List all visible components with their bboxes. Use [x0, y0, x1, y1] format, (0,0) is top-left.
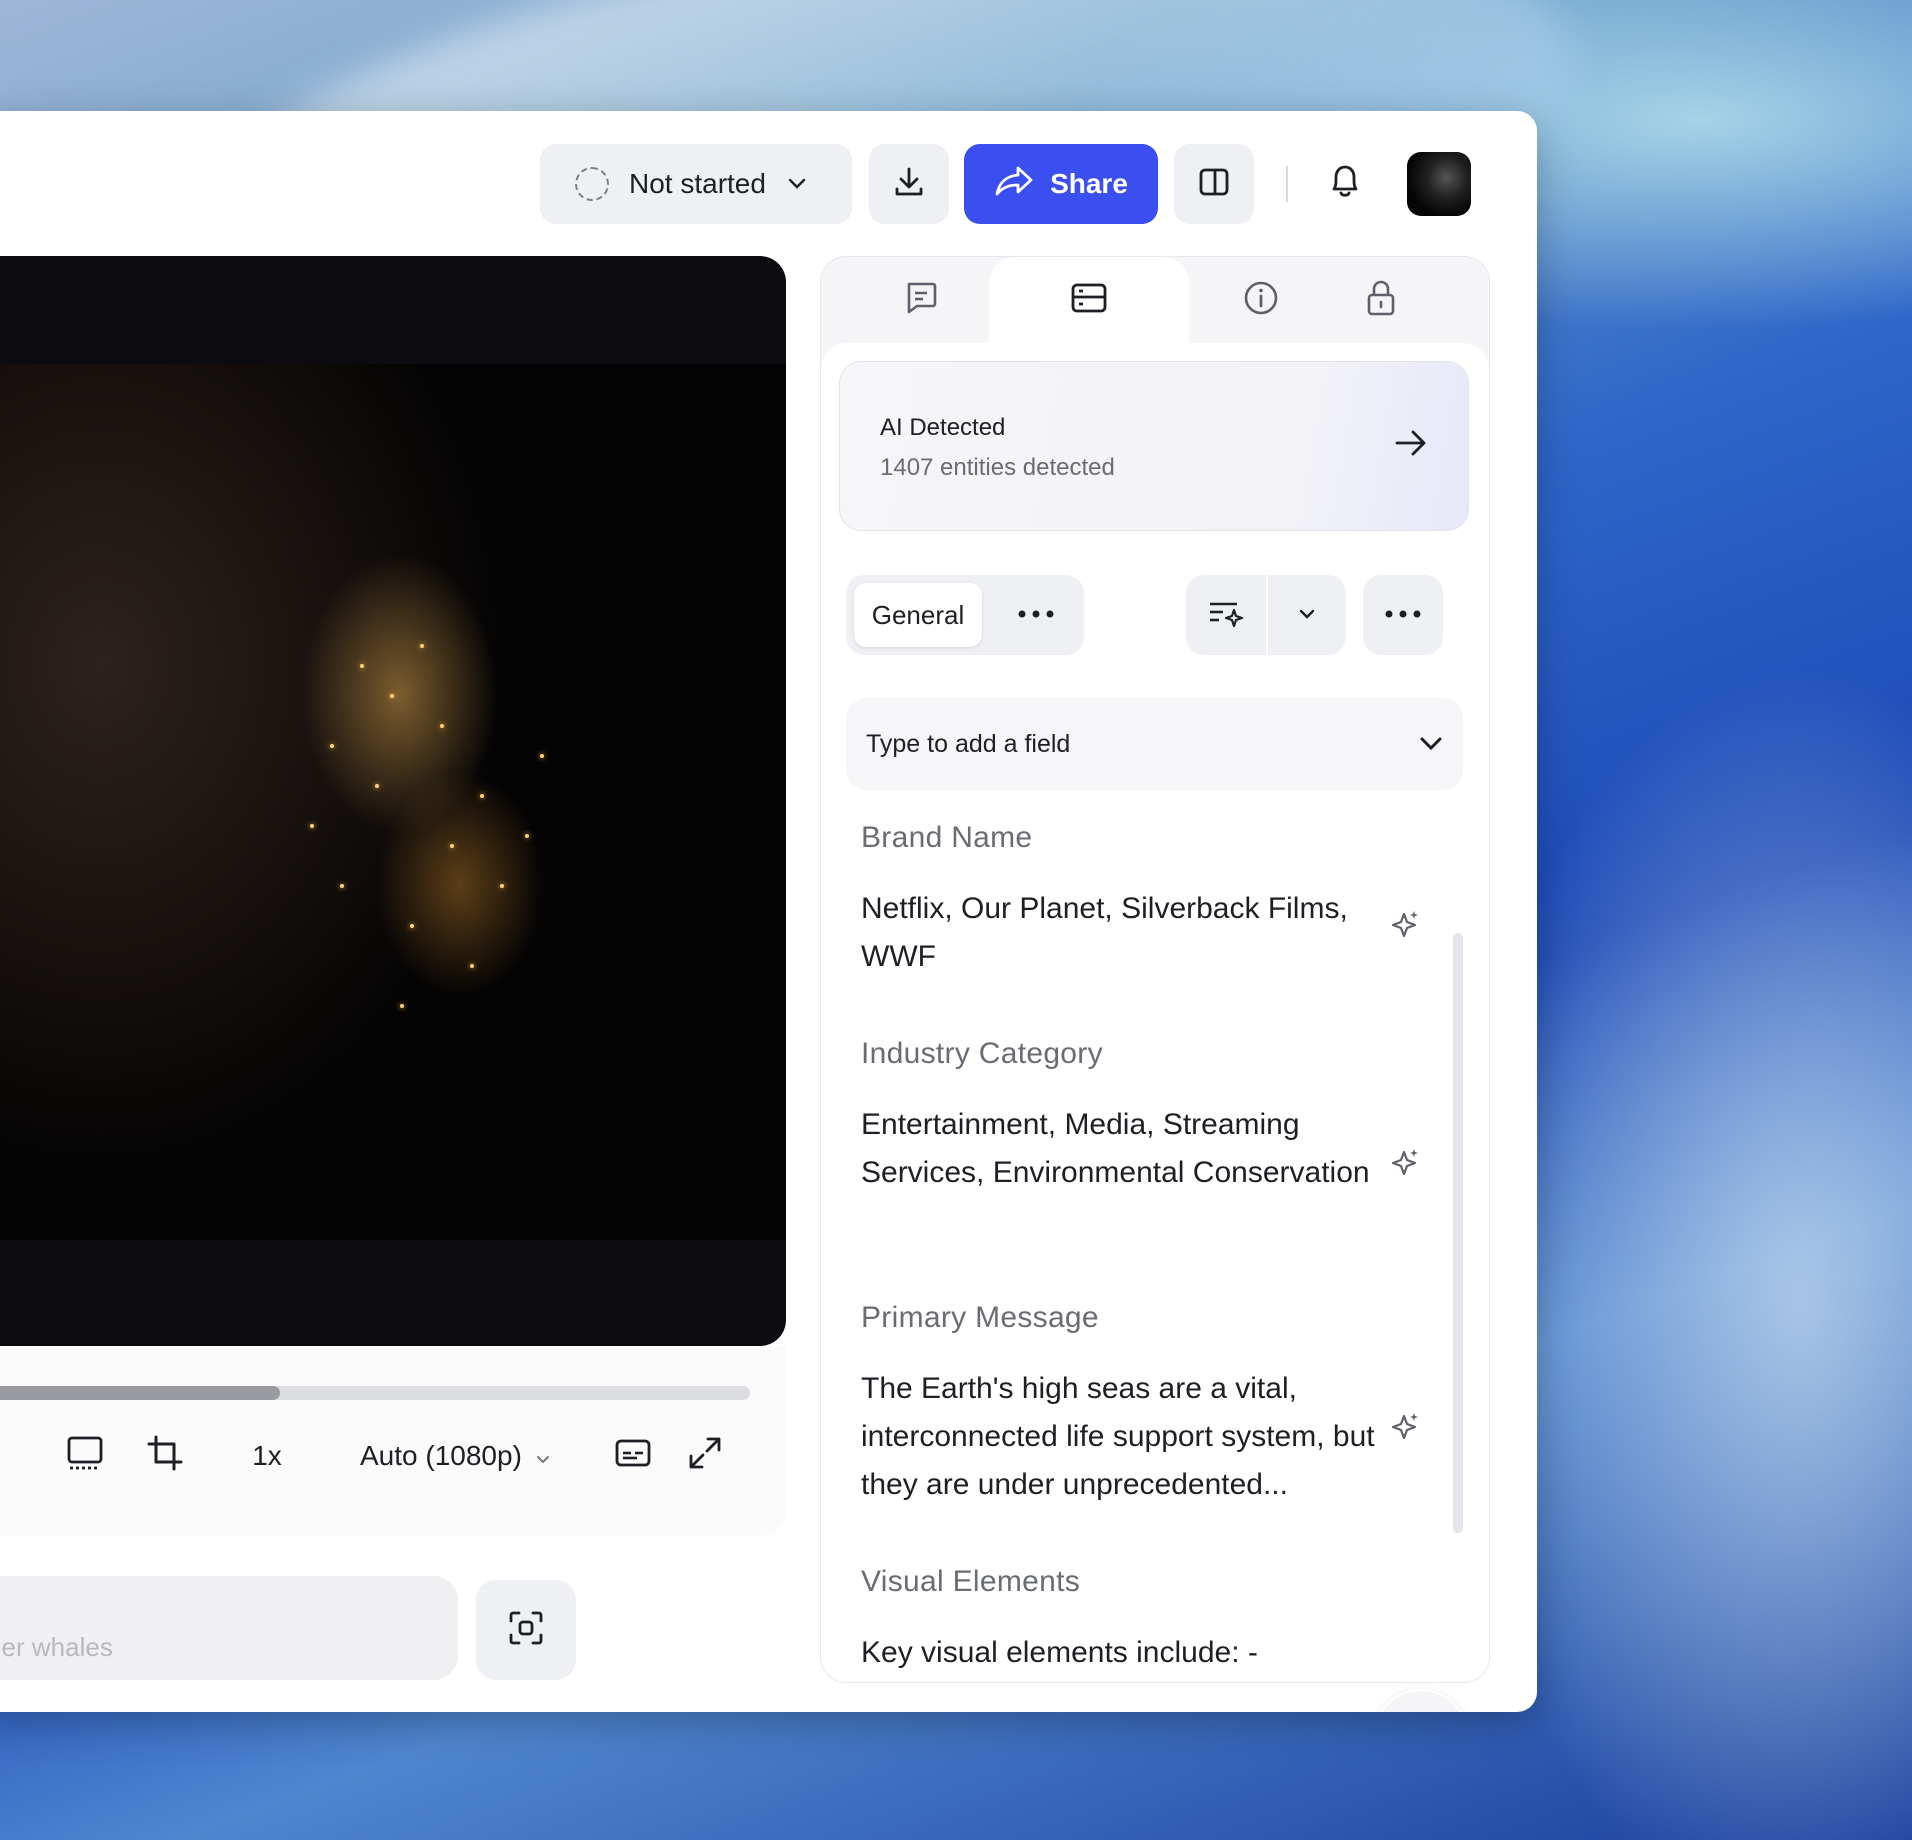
visual-search-button[interactable] [476, 1580, 576, 1680]
comment-icon [903, 280, 939, 321]
crop-icon [147, 1435, 183, 1478]
field-label: Primary Message [861, 1301, 1099, 1334]
ai-card-title: AI Detected [880, 414, 1006, 441]
field-value: Netflix, Our Planet, Silverback Films, W… [861, 892, 1348, 973]
ai-sparkle-icon [1391, 1147, 1421, 1182]
chevron-down-icon [536, 1440, 550, 1472]
tab-info[interactable] [1201, 257, 1321, 343]
metadata-card-icon [1070, 282, 1108, 319]
field-brand-name[interactable]: Brand Name Netflix, Our Planet, Silverba… [861, 821, 1421, 981]
metadata-field-list: Brand Name Netflix, Our Planet, Silverba… [821, 821, 1461, 1682]
field-label: Industry Category [861, 1037, 1103, 1070]
field-label: Brand Name [861, 821, 1033, 854]
panel-body: AI Detected 1407 entities detected Gener… [821, 343, 1489, 1682]
storyboard-icon [66, 1434, 104, 1479]
lock-icon [1365, 279, 1397, 322]
search-input[interactable]: ller whales [0, 1576, 458, 1680]
expand-icon [688, 1436, 722, 1477]
status-label: Not started [629, 168, 766, 199]
status-dropdown[interactable]: Not started [540, 144, 852, 224]
segment-more-button[interactable] [996, 583, 1076, 647]
video-player[interactable] [0, 256, 786, 1346]
field-value: The Earth's high seas are a vital, inter… [861, 1372, 1375, 1501]
field-visual-elements[interactable]: Visual Elements Key visual elements incl… [861, 1565, 1421, 1677]
more-horizontal-icon [1017, 606, 1055, 624]
toolbar-divider [1286, 166, 1288, 202]
playback-speed[interactable]: 1x [242, 1431, 292, 1481]
add-field-select[interactable]: Type to add a field [846, 698, 1463, 790]
info-icon [1243, 280, 1279, 321]
playback-progress[interactable] [0, 1386, 750, 1400]
split-view-icon [1198, 166, 1230, 203]
tab-comments[interactable] [861, 257, 981, 343]
playback-progress-fill [0, 1386, 281, 1400]
field-primary-message[interactable]: Primary Message The Earth's high seas ar… [861, 1301, 1421, 1509]
ai-sort-group [1186, 575, 1346, 655]
captions-button[interactable] [608, 1431, 658, 1481]
video-frame [0, 364, 786, 1240]
player-controls: 1x Auto (1080p) [0, 1421, 786, 1491]
ai-sort-button[interactable] [1186, 575, 1266, 655]
more-horizontal-icon [1384, 606, 1422, 624]
download-icon [892, 165, 926, 204]
quality-select[interactable]: Auto (1080p) [360, 1431, 570, 1481]
tab-permissions[interactable] [1331, 257, 1431, 343]
arrow-right-icon [1394, 428, 1428, 463]
chat-button[interactable] [1373, 1689, 1469, 1712]
app-window: Not started Share 1x Auto (1080p) ller w… [0, 111, 1537, 1712]
ai-detected-card[interactable]: AI Detected 1407 entities detected [839, 361, 1469, 531]
field-value: Key visual elements include: - [861, 1636, 1258, 1669]
share-label: Share [1050, 168, 1128, 199]
status-progress-icon [575, 167, 609, 201]
quality-label: Auto (1080p) [360, 1440, 522, 1471]
download-button[interactable] [869, 144, 949, 224]
sort-options-dropdown[interactable] [1268, 575, 1346, 655]
notifications-button[interactable] [1320, 158, 1370, 208]
top-toolbar: Not started Share [0, 144, 1537, 224]
bell-icon [1328, 162, 1362, 205]
chevron-down-icon [1299, 606, 1315, 624]
panel-scrollbar[interactable] [1453, 933, 1463, 1533]
field-industry-category[interactable]: Industry Category Entertainment, Media, … [861, 1037, 1421, 1197]
ai-card-subtitle: 1407 entities detected [880, 454, 1115, 481]
tab-metadata[interactable] [989, 257, 1189, 343]
ai-sparkle-icon [1391, 909, 1421, 944]
toggle-panel-button[interactable] [1174, 144, 1254, 224]
chevron-down-icon [788, 173, 806, 196]
crop-button[interactable] [140, 1431, 190, 1481]
ai-sparkle-icon [1391, 1411, 1421, 1446]
share-arrow-icon [994, 165, 1034, 204]
segment-general[interactable]: General [854, 583, 982, 647]
details-panel: AI Detected 1407 entities detected Gener… [820, 256, 1490, 1683]
add-field-placeholder: Type to add a field [866, 729, 1071, 758]
field-group-switcher: General [846, 575, 1084, 655]
share-button[interactable]: Share [964, 144, 1158, 224]
city-lights-image [0, 364, 786, 1240]
user-avatar[interactable] [1407, 152, 1471, 216]
search-partial-text: ller whales [0, 1632, 113, 1662]
chevron-down-icon [1419, 730, 1443, 759]
scan-icon [508, 1610, 544, 1651]
sort-sparkle-icon [1207, 597, 1245, 634]
storyboard-button[interactable] [60, 1431, 110, 1481]
field-value: Entertainment, Media, Streaming Services… [861, 1108, 1370, 1189]
fullscreen-button[interactable] [680, 1431, 730, 1481]
captions-icon [615, 1438, 651, 1475]
field-label: Visual Elements [861, 1565, 1081, 1598]
panel-more-button[interactable] [1363, 575, 1443, 655]
